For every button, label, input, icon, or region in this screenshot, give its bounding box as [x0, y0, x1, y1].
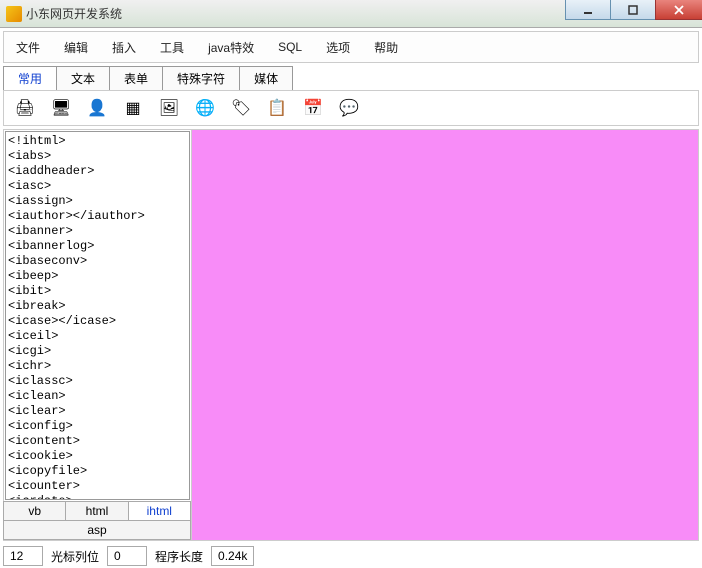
list-item[interactable]: <ibreak> — [8, 299, 187, 314]
list-item[interactable]: <ibaseconv> — [8, 254, 187, 269]
sidebar-tab-ihtml[interactable]: ihtml — [128, 501, 191, 521]
menubar: 文件 编辑 插入 工具 java特效 SQL 选项 帮助 — [3, 31, 699, 63]
status-col-label: 光标列位 — [45, 546, 105, 567]
tag-icon[interactable]: 🏷 — [230, 97, 252, 119]
tab-媒体[interactable]: 媒体 — [239, 66, 293, 90]
maximize-button[interactable] — [610, 0, 656, 20]
status-len-value: 0.24k — [211, 546, 254, 566]
image-icon[interactable]: 🖼 — [158, 97, 180, 119]
user-icon[interactable]: 👤 — [86, 97, 108, 119]
titlebar: 小东网页开发系统 — [0, 0, 702, 28]
list-item[interactable]: <iaddheader> — [8, 164, 187, 179]
window-title: 小东网页开发系统 — [26, 5, 122, 22]
tag-list[interactable]: <!ihtml><iabs><iaddheader><iasc><iassign… — [5, 131, 190, 500]
list-item[interactable]: <ibeep> — [8, 269, 187, 284]
globe-icon[interactable]: 🌐 — [194, 97, 216, 119]
list-item[interactable]: <iabs> — [8, 149, 187, 164]
list-item[interactable]: <iasc> — [8, 179, 187, 194]
sidebar-tab-vb[interactable]: vb — [3, 501, 66, 521]
menu-帮助[interactable]: 帮助 — [374, 39, 398, 56]
list-item[interactable]: <icounter> — [8, 479, 187, 494]
list-item[interactable]: <icookie> — [8, 449, 187, 464]
list-item[interactable]: <iceil> — [8, 329, 187, 344]
list-item[interactable]: <iclassc> — [8, 374, 187, 389]
grid-icon[interactable]: ▦ — [122, 97, 144, 119]
sidebar-tab-asp[interactable]: asp — [3, 520, 191, 540]
list-item[interactable]: <icrdate> — [8, 494, 187, 500]
minimize-button[interactable] — [565, 0, 611, 20]
list-item[interactable]: <ibanner> — [8, 224, 187, 239]
list-item[interactable]: <iclear> — [8, 404, 187, 419]
menu-插入[interactable]: 插入 — [112, 39, 136, 56]
window-controls — [565, 0, 702, 27]
print-icon[interactable]: 🖨 — [14, 97, 36, 119]
tab-特殊字符[interactable]: 特殊字符 — [162, 66, 240, 90]
calendar-icon[interactable]: 📅 — [302, 97, 324, 119]
status-col-value: 0 — [107, 546, 147, 566]
menu-SQL[interactable]: SQL — [278, 40, 302, 54]
list-item[interactable]: <icgi> — [8, 344, 187, 359]
list-item[interactable]: <iassign> — [8, 194, 187, 209]
tab-常用[interactable]: 常用 — [3, 66, 57, 90]
editor-area[interactable] — [192, 130, 698, 540]
menu-选项[interactable]: 选项 — [326, 39, 350, 56]
menu-编辑[interactable]: 编辑 — [64, 39, 88, 56]
form-icon[interactable]: 📋 — [266, 97, 288, 119]
list-item[interactable]: <ibit> — [8, 284, 187, 299]
sidebar: <!ihtml><iabs><iaddheader><iasc><iassign… — [4, 130, 192, 540]
list-item[interactable]: <icontent> — [8, 434, 187, 449]
close-button[interactable] — [655, 0, 702, 20]
tab-文本[interactable]: 文本 — [56, 66, 110, 90]
list-item[interactable]: <iclean> — [8, 389, 187, 404]
list-item[interactable]: <icase></icase> — [8, 314, 187, 329]
top-tabs: 常用文本表单特殊字符媒体 — [3, 66, 699, 90]
app-icon — [6, 6, 22, 22]
list-item[interactable]: <!ihtml> — [8, 134, 187, 149]
sidebar-tab-html[interactable]: html — [65, 501, 128, 521]
menu-文件[interactable]: 文件 — [16, 39, 40, 56]
sidebar-tabs: vbhtmlihtmlasp — [4, 501, 191, 540]
list-item[interactable]: <iauthor></iauthor> — [8, 209, 187, 224]
list-item[interactable]: <icopyfile> — [8, 464, 187, 479]
status-len-label: 程序长度 — [149, 546, 209, 567]
list-item[interactable]: <ibannerlog> — [8, 239, 187, 254]
list-item[interactable]: <iconfig> — [8, 419, 187, 434]
chat-icon[interactable]: 💬 — [338, 97, 360, 119]
window-icon[interactable]: 🖥 — [50, 97, 72, 119]
menu-工具[interactable]: 工具 — [160, 39, 184, 56]
toolbar: 🖨 🖥 👤 ▦ 🖼 🌐 🏷 📋 📅 💬 — [3, 90, 699, 126]
content-area: <!ihtml><iabs><iaddheader><iasc><iassign… — [3, 129, 699, 541]
tab-表单[interactable]: 表单 — [109, 66, 163, 90]
status-line-value: 12 — [3, 546, 43, 566]
list-item[interactable]: <ichr> — [8, 359, 187, 374]
menu-java特效[interactable]: java特效 — [208, 39, 254, 56]
statusbar: 12 光标列位 0 程序长度 0.24k — [3, 544, 699, 568]
